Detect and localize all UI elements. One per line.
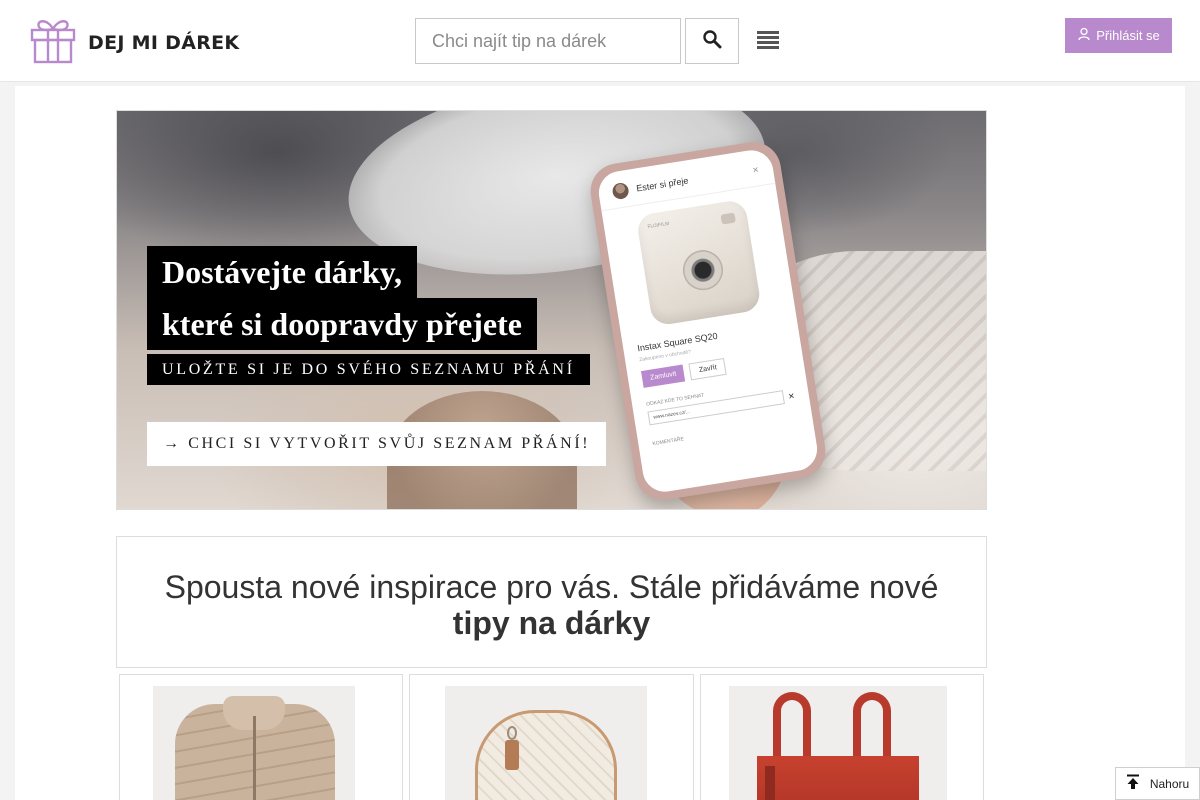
- product-card-jacket[interactable]: [119, 674, 403, 800]
- search-button[interactable]: [685, 18, 739, 64]
- product-image-backpack: [445, 686, 647, 800]
- inspiration-banner: Spousta nové inspirace pro vás. Stále př…: [116, 536, 987, 668]
- user-icon: [1077, 27, 1091, 44]
- hero-headline-line2: které si doopravdy přejete: [147, 298, 537, 350]
- phone-header-title: Ester si přeje: [635, 175, 690, 194]
- arrow-up-icon: [1126, 774, 1140, 793]
- login-label: Přihlásit se: [1096, 28, 1160, 43]
- menu-icon[interactable]: [756, 28, 780, 52]
- search-icon: [702, 29, 722, 54]
- inspiration-link-text[interactable]: tipy na dárky: [117, 605, 986, 641]
- camera-lens: [680, 247, 726, 294]
- close-icon: ✕: [787, 390, 796, 401]
- avatar: [611, 181, 630, 201]
- phone-close-button: Zavřít: [688, 357, 727, 381]
- product-image-jacket: [153, 686, 355, 800]
- gift-logo-icon: [30, 16, 76, 69]
- phone-reserve-button: Zamluvit: [641, 364, 686, 388]
- login-button[interactable]: Přihlásit se: [1065, 18, 1172, 53]
- hero-subheadline: ULOŽTE SI JE DO SVÉHO SEZNAMU PŘÁNÍ: [147, 354, 590, 385]
- product-card-handbag[interactable]: [700, 674, 984, 800]
- close-icon: ✕: [751, 164, 760, 175]
- product-card-backpack[interactable]: [409, 674, 694, 800]
- camera-flash: [720, 212, 736, 225]
- product-image-handbag: [729, 686, 947, 800]
- back-to-top-label: Nahoru: [1149, 776, 1190, 791]
- phone-screen: Ester si přeje ✕ FUJIFILM Instax Square …: [595, 147, 821, 495]
- logo-text: DEJ MI DÁREK: [88, 31, 240, 54]
- hero-headline-line1: Dostávejte dárky,: [147, 246, 417, 298]
- inspiration-text: Spousta nové inspirace pro vás. Stále př…: [164, 569, 939, 605]
- site-header: DEJ MI DÁREK Přihlásit se: [0, 0, 1200, 82]
- search-input[interactable]: [415, 18, 681, 64]
- phone-mockup: Ester si přeje ✕ FUJIFILM Instax Square …: [586, 138, 830, 504]
- camera-image: FUJIFILM: [635, 198, 762, 327]
- create-wishlist-button[interactable]: → CHCI SI VYTVOŘIT SVŮJ SEZNAM PŘÁNÍ!: [147, 422, 607, 466]
- back-to-top-button[interactable]: Nahoru: [1115, 767, 1200, 800]
- phone-comments-label: KOMENTÁŘE: [652, 436, 685, 448]
- camera-brand: FUJIFILM: [647, 220, 670, 231]
- hero-banner: Ester si přeje ✕ FUJIFILM Instax Square …: [116, 110, 987, 510]
- logo[interactable]: DEJ MI DÁREK: [30, 16, 239, 69]
